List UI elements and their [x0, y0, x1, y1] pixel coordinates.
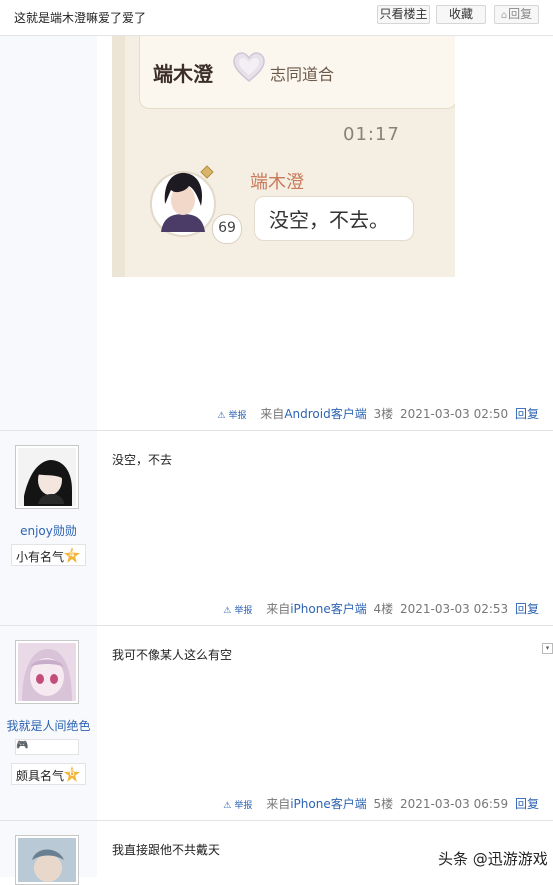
floor-number: 3楼: [373, 407, 394, 421]
reply-icon: ⌂: [500, 10, 508, 21]
profile-card: 端木澄 志同道合: [139, 36, 455, 109]
report-label: 举报: [234, 606, 253, 616]
floor-4: enjoy勋勋 小有名气 4 没空，不去 ⚠ 举报 来自iPhone客户端 4楼 …: [0, 431, 553, 626]
report-link[interactable]: ⚠ 举报: [214, 411, 246, 421]
thread-header: 这就是端木澄嘛爱了爱了 只看楼主 收藏 ⌂回复: [0, 0, 553, 36]
avatar-image: [18, 643, 76, 701]
level-star-icon: 6: [64, 766, 80, 782]
reputation-badge[interactable]: 颇具名气 6: [11, 763, 86, 785]
post-source: 来自iPhone客户端: [263, 602, 367, 616]
post-content: 我可不像某人这么有空: [112, 648, 233, 662]
source-prefix: 来自: [260, 407, 285, 421]
heart-icon: [233, 52, 265, 82]
username-link[interactable]: enjoy勋勋: [0, 522, 97, 539]
reply-link[interactable]: 回复: [515, 602, 539, 616]
author-sidebar: [0, 36, 97, 430]
floor-3: 端木澄 志同道合 01:17 69 端木澄 没空，不去。 ⚠ 举报 来自Andro…: [0, 36, 553, 431]
only-op-button[interactable]: 只看楼主: [377, 5, 430, 24]
reply-link[interactable]: 回复: [515, 797, 539, 811]
badge-text: 颇具名气: [16, 769, 65, 783]
floor-5: 我就是人间绝色 🎮 颇具名气 6 我可不像某人这么有空 ▾ ⚠ 举报 来自iPho…: [0, 626, 553, 821]
source-client-link[interactable]: iPhone客户端: [290, 602, 367, 616]
avatar[interactable]: [15, 835, 79, 885]
post-content: 我直接跟他不共戴天: [112, 843, 221, 857]
username-link[interactable]: 我就是人间绝色: [0, 717, 97, 734]
badge-text: 小有名气: [16, 550, 65, 564]
post-time: 2021-03-03 02:50: [400, 407, 509, 421]
source-client-link[interactable]: Android客户端: [284, 407, 366, 421]
avatar-image: [18, 448, 76, 506]
avatar[interactable]: [15, 640, 79, 704]
reputation-badge[interactable]: 小有名气 4: [11, 544, 86, 566]
post-image: 端木澄 志同道合 01:17 69 端木澄 没空，不去。: [112, 36, 455, 277]
reply-button-label: 回复: [508, 7, 533, 21]
chat-name: 端木澄: [250, 172, 304, 193]
post-source: 来自iPhone客户端: [263, 797, 367, 811]
gamepad-icon[interactable]: 🎮: [15, 739, 79, 755]
report-link[interactable]: ⚠ 举报: [220, 606, 252, 616]
reply-button[interactable]: ⌂回复: [494, 5, 539, 24]
avatar-portrait: [150, 165, 216, 237]
floor-number: 4楼: [373, 602, 394, 616]
report-link[interactable]: ⚠ 举报: [220, 801, 252, 811]
report-icon: ⚠: [223, 801, 232, 811]
level-star-icon: 4: [64, 547, 80, 563]
post-tail: ⚠ 举报 来自iPhone客户端 4楼 2021-03-03 02:53 回复: [217, 600, 539, 617]
post-tail: ⚠ 举报 来自Android客户端 3楼 2021-03-03 02:50 回复: [211, 405, 539, 422]
source-client-link[interactable]: iPhone客户端: [290, 797, 367, 811]
source-prefix: 来自: [266, 797, 291, 811]
source-prefix: 来自: [266, 602, 291, 616]
post-time: 2021-03-03 02:53: [400, 602, 509, 616]
chevron-down-icon[interactable]: ▾: [542, 643, 553, 654]
report-label: 举报: [234, 801, 253, 811]
post-content: 没空，不去: [112, 453, 173, 467]
chat-time: 01:17: [343, 124, 400, 145]
card-tag: 志同道合: [270, 65, 335, 84]
avatar-image: [18, 838, 76, 882]
level-badge: 69: [212, 214, 242, 244]
post-source: 来自Android客户端: [257, 407, 366, 421]
avatar[interactable]: [15, 445, 79, 509]
report-label: 举报: [228, 411, 247, 421]
image-edge: [112, 36, 125, 277]
report-icon: ⚠: [223, 606, 232, 616]
watermark: 头条 @迅游游戏: [438, 850, 548, 868]
card-name: 端木澄: [153, 62, 213, 86]
report-icon: ⚠: [217, 411, 226, 421]
thread-title: 这就是端木澄嘛爱了爱了: [14, 11, 147, 25]
post-time: 2021-03-03 06:59: [400, 797, 509, 811]
floor-number: 5楼: [373, 797, 394, 811]
reply-link[interactable]: 回复: [515, 407, 539, 421]
favorite-button[interactable]: 收藏: [436, 5, 486, 24]
post-tail: ⚠ 举报 来自iPhone客户端 5楼 2021-03-03 06:59 回复: [217, 795, 539, 812]
chat-bubble: 没空，不去。: [254, 196, 414, 241]
